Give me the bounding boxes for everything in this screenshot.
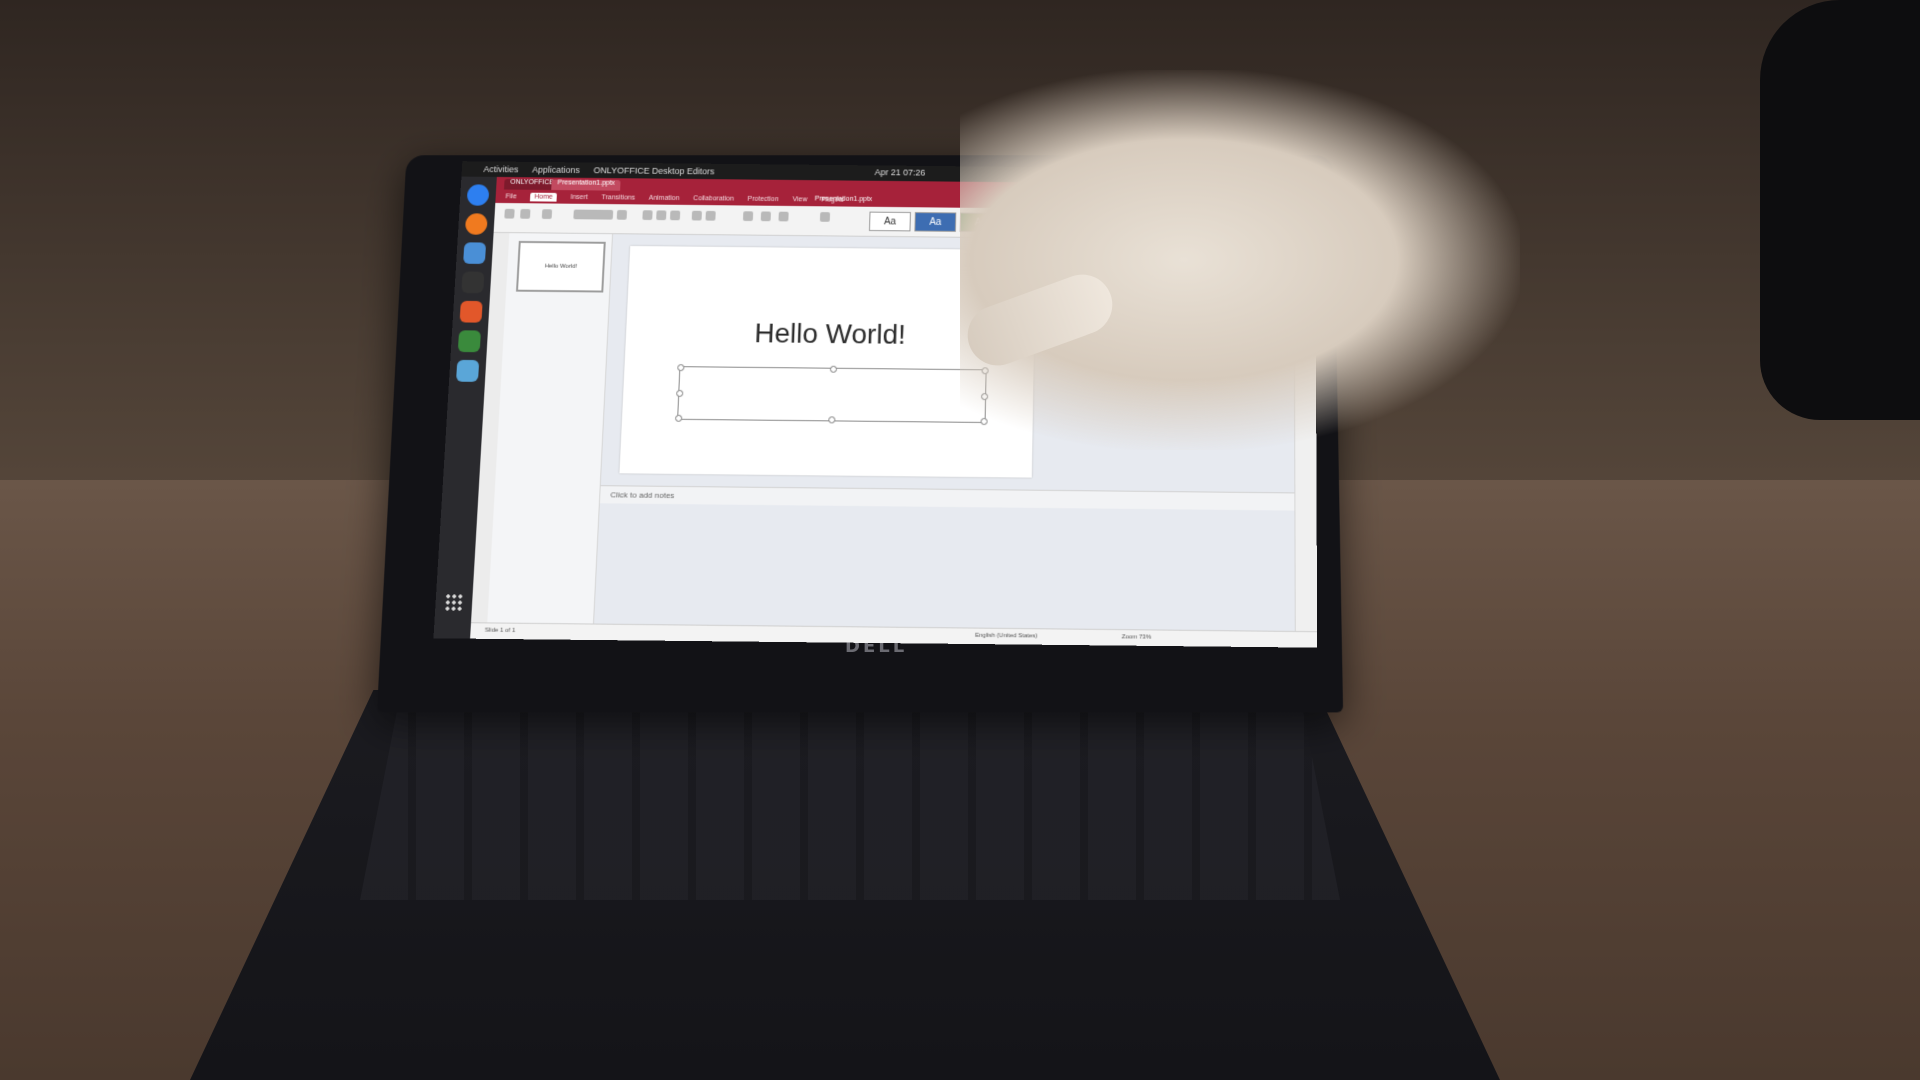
slide-counter: Slide 1 of 1 <box>484 627 516 635</box>
slide-thumbnail-1[interactable]: Hello World! <box>515 240 606 293</box>
underline-icon[interactable] <box>669 210 681 221</box>
italic-icon[interactable] <box>656 210 667 221</box>
tab-presentation[interactable]: Presentation1.pptx <box>551 179 621 191</box>
font-size-select[interactable] <box>616 209 628 220</box>
resize-handle[interactable] <box>677 364 685 372</box>
shape-icon[interactable] <box>778 211 789 222</box>
select-icon[interactable] <box>819 212 831 222</box>
notes-field[interactable]: Click to add notes <box>599 485 1317 511</box>
copy-icon[interactable] <box>504 208 515 219</box>
chromium-icon[interactable] <box>466 184 490 206</box>
zoom-indicator[interactable]: Zoom 73% <box>1122 634 1152 640</box>
paste-icon[interactable] <box>520 208 531 219</box>
align-left-icon[interactable] <box>691 210 702 221</box>
active-app-name: ONLYOFFICE Desktop Editors <box>593 165 715 177</box>
subtitle-textbox[interactable] <box>675 364 989 426</box>
onlyoffice-icon[interactable] <box>457 330 481 353</box>
show-apps-icon[interactable] <box>444 593 464 612</box>
tab-home[interactable]: Home <box>530 192 557 202</box>
tab-transitions[interactable]: Transitions <box>601 194 635 201</box>
tab-collaboration[interactable]: Collaboration <box>693 195 734 202</box>
bold-icon[interactable] <box>642 210 653 221</box>
tab-protection[interactable]: Protection <box>747 196 778 203</box>
language-indicator[interactable]: English (United States) <box>975 633 1038 640</box>
tab-file[interactable]: File <box>505 193 516 200</box>
files-icon[interactable] <box>463 242 487 264</box>
tab-animation[interactable]: Animation <box>649 195 680 202</box>
add-slide-icon[interactable] <box>541 209 553 219</box>
user-hand <box>960 70 1520 450</box>
text-box-icon[interactable] <box>742 211 754 222</box>
clock[interactable]: Apr 21 07:26 <box>874 167 925 177</box>
sleeve <box>1760 0 1920 420</box>
font-name-select[interactable] <box>573 209 614 220</box>
firefox-icon[interactable] <box>464 213 488 235</box>
terminal-icon[interactable] <box>461 271 485 294</box>
applications-menu[interactable]: Applications <box>532 165 580 175</box>
align-center-icon[interactable] <box>705 210 716 221</box>
resize-handle[interactable] <box>675 414 683 422</box>
resize-handle[interactable] <box>829 365 838 373</box>
resize-handle[interactable] <box>828 416 836 424</box>
slide-thumbnails: Hello World! <box>487 233 614 624</box>
resize-handle[interactable] <box>676 389 684 397</box>
document-title: Presentation1.pptx <box>814 195 873 203</box>
software-center-icon[interactable] <box>459 300 483 323</box>
theme-1[interactable]: Aa <box>868 211 911 232</box>
image-icon[interactable] <box>760 211 771 222</box>
theme-2[interactable]: Aa <box>914 212 957 232</box>
activities-button[interactable]: Activities <box>483 164 518 174</box>
tab-insert[interactable]: Insert <box>570 194 588 201</box>
tab-view[interactable]: View <box>792 196 807 203</box>
keyboard <box>360 700 1340 900</box>
trash-icon[interactable] <box>456 359 480 382</box>
